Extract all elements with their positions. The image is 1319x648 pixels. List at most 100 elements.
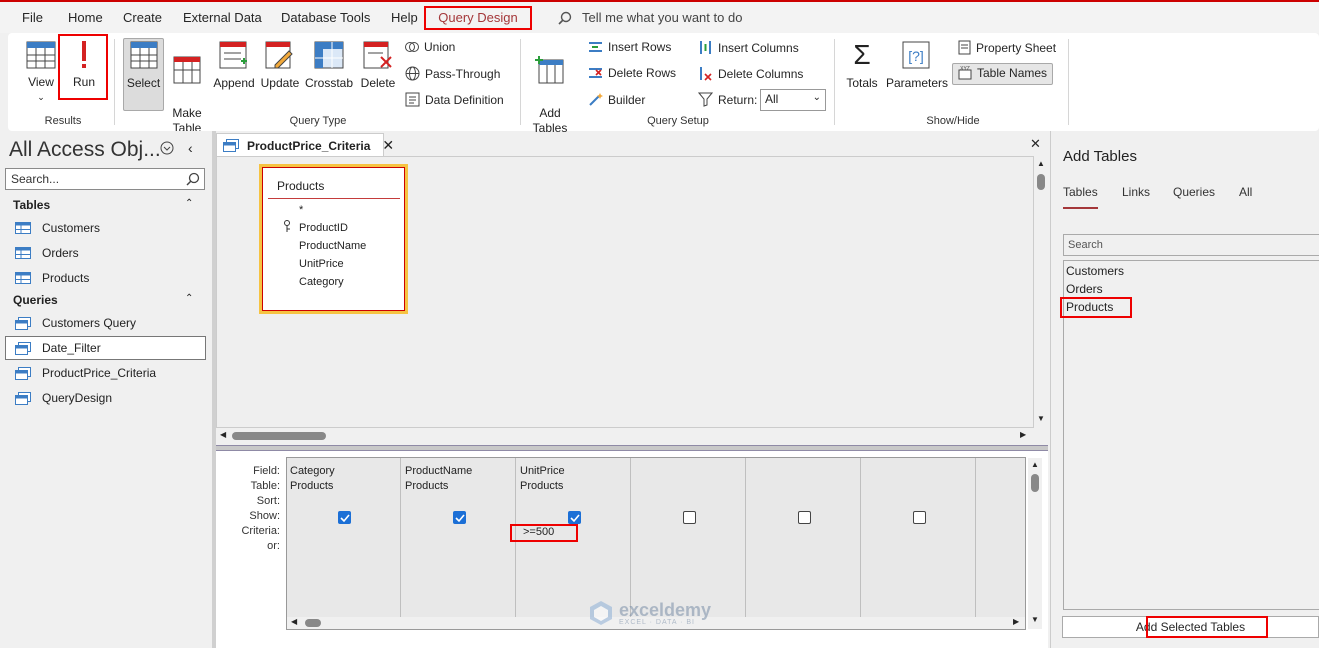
list-item-customers[interactable]: Customers bbox=[1066, 264, 1124, 278]
show-checkbox[interactable] bbox=[338, 511, 351, 524]
tables-section-header[interactable]: Tables bbox=[13, 198, 50, 212]
tab-home[interactable]: Home bbox=[68, 10, 103, 25]
pass-through-button[interactable]: Pass-Through bbox=[405, 66, 500, 81]
parameters-button[interactable]: [?] Parameters bbox=[886, 41, 948, 91]
data-definition-button[interactable]: Data Definition bbox=[405, 92, 504, 107]
nav-item-products[interactable]: Products bbox=[15, 271, 89, 285]
field-productname[interactable]: ProductName bbox=[299, 240, 366, 252]
queries-section-header[interactable]: Queries bbox=[13, 293, 58, 307]
return-select[interactable]: All ⌄ bbox=[760, 89, 826, 111]
close-tab-icon[interactable]: ✕ bbox=[382, 137, 394, 154]
field-cell[interactable]: ProductName bbox=[405, 465, 472, 477]
table-cell[interactable]: Products bbox=[405, 480, 448, 492]
insert-rows-button[interactable]: Insert Rows bbox=[588, 40, 671, 54]
field-cell[interactable]: UnitPrice bbox=[520, 465, 565, 477]
tab-queries[interactable]: Queries bbox=[1173, 185, 1215, 199]
tab-tables[interactable]: Tables bbox=[1063, 185, 1098, 199]
scroll-thumb[interactable] bbox=[232, 432, 326, 440]
tab-database-tools[interactable]: Database Tools bbox=[281, 10, 370, 25]
data-definition-icon bbox=[405, 92, 420, 107]
update-button[interactable]: Update bbox=[259, 41, 301, 91]
field-all[interactable]: * bbox=[299, 204, 303, 216]
scroll-left-icon[interactable]: ◀ bbox=[220, 430, 226, 439]
grid-column-6[interactable] bbox=[862, 458, 976, 629]
run-highlight bbox=[58, 34, 108, 100]
tab-external-data[interactable]: External Data bbox=[183, 10, 262, 25]
show-checkbox[interactable] bbox=[913, 511, 926, 524]
property-sheet-button[interactable]: Property Sheet bbox=[958, 40, 1056, 55]
show-checkbox[interactable] bbox=[453, 511, 466, 524]
scroll-down-icon[interactable]: ▼ bbox=[1031, 615, 1039, 624]
products-table-box[interactable]: Products * ProductID ProductName UnitPri… bbox=[259, 164, 408, 314]
field-unitprice[interactable]: UnitPrice bbox=[299, 258, 344, 270]
grid-column-5[interactable] bbox=[747, 458, 861, 629]
append-label: Append bbox=[213, 76, 255, 90]
show-checkbox[interactable] bbox=[683, 511, 696, 524]
active-tab-underline bbox=[1063, 207, 1098, 209]
scroll-thumb[interactable] bbox=[1031, 474, 1039, 492]
select-query-button[interactable]: Select bbox=[123, 41, 164, 91]
nav-item-date-filter[interactable]: Date_Filter bbox=[15, 341, 101, 355]
scroll-right-icon[interactable]: ▶ bbox=[1020, 430, 1026, 439]
list-item-orders[interactable]: Orders bbox=[1066, 282, 1103, 296]
field-category[interactable]: Category bbox=[299, 276, 344, 288]
top-pane-vertical-scrollbar[interactable]: ▲ ▼ bbox=[1034, 156, 1048, 428]
scroll-thumb[interactable] bbox=[1037, 174, 1045, 190]
nav-item-productprice-criteria[interactable]: ProductPrice_Criteria bbox=[15, 366, 156, 380]
field-cell[interactable]: Category bbox=[290, 465, 335, 477]
tab-links[interactable]: Links bbox=[1122, 185, 1150, 199]
delete-rows-button[interactable]: Delete Rows bbox=[588, 66, 676, 80]
crosstab-button[interactable]: Crosstab bbox=[304, 41, 354, 91]
add-tables-button[interactable]: Add Tables bbox=[526, 41, 574, 151]
grid-vertical-scrollbar[interactable]: ▲ ▼ bbox=[1028, 458, 1042, 629]
scroll-down-icon[interactable]: ▼ bbox=[1037, 414, 1045, 423]
totals-button[interactable]: Σ Totals bbox=[842, 41, 882, 91]
nav-search-input[interactable]: Search... bbox=[5, 168, 205, 190]
tell-me-box[interactable]: Tell me what you want to do bbox=[558, 10, 742, 25]
return-control: Return: bbox=[698, 92, 757, 107]
scroll-up-icon[interactable]: ▲ bbox=[1031, 460, 1039, 469]
scroll-right-icon[interactable]: ▶ bbox=[1013, 617, 1019, 626]
insert-columns-button[interactable]: Insert Columns bbox=[698, 40, 799, 55]
close-document-icon[interactable]: ✕ bbox=[1030, 136, 1041, 152]
parameters-label: Parameters bbox=[886, 76, 949, 90]
collapse-pane-icon[interactable]: ‹ bbox=[188, 140, 193, 156]
builder-button[interactable]: Builder bbox=[588, 92, 645, 107]
nav-item-customers-query[interactable]: Customers Query bbox=[15, 316, 136, 330]
grid-column-1[interactable]: Category Products bbox=[287, 458, 401, 629]
document-tab[interactable]: ProductPrice_Criteria ✕ bbox=[216, 133, 394, 157]
table-cell[interactable]: Products bbox=[290, 480, 333, 492]
scroll-left-icon[interactable]: ◀ bbox=[291, 617, 297, 626]
tell-me-text: Tell me what you want to do bbox=[582, 10, 743, 25]
tab-all[interactable]: All bbox=[1239, 185, 1252, 199]
top-pane-horizontal-scrollbar[interactable]: ◀ ▶ bbox=[216, 428, 1034, 444]
nav-item-customers[interactable]: Customers bbox=[15, 221, 100, 235]
append-button[interactable]: Append bbox=[211, 41, 257, 91]
show-checkbox[interactable] bbox=[798, 511, 811, 524]
delete-query-button[interactable]: Delete bbox=[357, 41, 399, 91]
table-names-button[interactable]: XYZ Table Names bbox=[958, 66, 1047, 80]
tab-file[interactable]: File bbox=[22, 10, 43, 25]
delete-columns-button[interactable]: Delete Columns bbox=[698, 66, 803, 81]
add-tables-search-input[interactable]: Search bbox=[1063, 234, 1319, 256]
tab-query-design[interactable]: Query Design bbox=[424, 6, 532, 30]
scroll-thumb[interactable] bbox=[305, 619, 321, 627]
chevron-up-icon[interactable]: ⌃ bbox=[185, 293, 193, 304]
nav-item-querydesign[interactable]: QueryDesign bbox=[15, 391, 112, 405]
tab-create[interactable]: Create bbox=[123, 10, 162, 25]
view-button[interactable]: View ⌄ bbox=[22, 41, 60, 105]
chevron-down-icon: ⌄ bbox=[37, 92, 45, 102]
grid-column-2[interactable]: ProductName Products bbox=[402, 458, 516, 629]
field-productid[interactable]: ProductID bbox=[299, 222, 348, 234]
add-tables-icon bbox=[526, 56, 574, 84]
union-button[interactable]: Union bbox=[405, 40, 455, 54]
scroll-up-icon[interactable]: ▲ bbox=[1037, 159, 1045, 168]
nav-menu-chevron-icon[interactable] bbox=[160, 141, 174, 155]
tab-help[interactable]: Help bbox=[391, 10, 418, 25]
chevron-up-icon[interactable]: ⌃ bbox=[185, 198, 193, 209]
nav-item-orders[interactable]: Orders bbox=[15, 246, 79, 260]
query-icon bbox=[15, 366, 31, 380]
show-checkbox[interactable] bbox=[568, 511, 581, 524]
nav-title[interactable]: All Access Obj... bbox=[9, 138, 161, 162]
table-cell[interactable]: Products bbox=[520, 480, 563, 492]
